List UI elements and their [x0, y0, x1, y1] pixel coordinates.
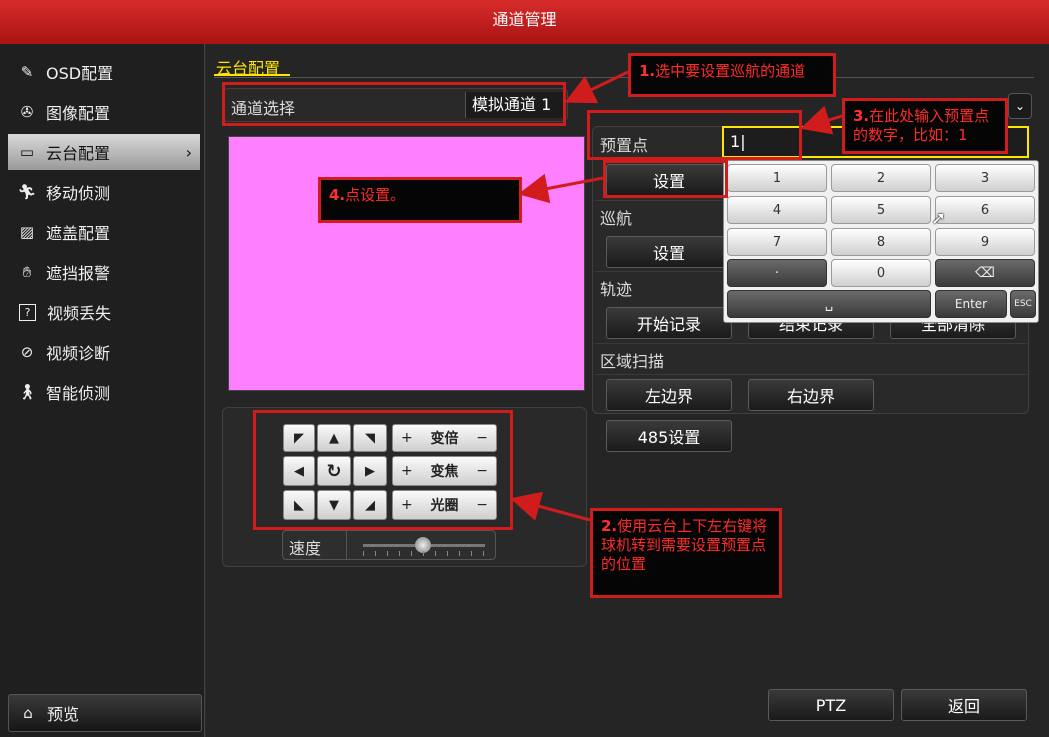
tab-underline — [214, 74, 290, 76]
patrol-label: 巡航 — [600, 205, 632, 229]
sidebar-item-tamper[interactable]: ✋︎ 遮挡报警 — [8, 254, 200, 290]
annotation-step-1: 1.选中要设置巡航的通道 — [628, 53, 836, 97]
sidebar-item-label: 遮挡报警 — [46, 260, 110, 284]
mouse-pointer-icon: ➚ — [931, 208, 946, 229]
track-start-button[interactable]: 开始记录 — [606, 307, 732, 339]
highlight-preset-input — [587, 110, 802, 160]
annotation-step-2: 2.使用云台上下左右键将球机转到需要设置预置点的位置 — [590, 508, 782, 598]
highlight-ptz-arrows — [253, 410, 513, 530]
running-person-icon: 🏃︎ — [16, 181, 38, 203]
sidebar-item-label: 图像配置 — [46, 100, 110, 124]
divider — [595, 343, 1027, 344]
sidebar-item-label: 云台配置 — [46, 140, 110, 164]
key-0[interactable]: 0 — [831, 259, 931, 287]
right-border-button[interactable]: 右边界 — [748, 379, 874, 411]
speed-label: 速度 — [289, 535, 321, 559]
sidebar-item-label: 移动侦测 — [46, 180, 110, 204]
sidebar-item-smart[interactable]: 🚶︎ 智能侦测 — [8, 374, 200, 410]
key-6[interactable]: 6 — [935, 196, 1035, 224]
right-border-label: 右边界 — [787, 383, 835, 407]
back-label: 返回 — [948, 693, 980, 717]
sidebar-item-label: 视频丢失 — [47, 300, 111, 324]
key-space[interactable]: ␣ — [727, 290, 931, 318]
back-button[interactable]: 返回 — [901, 689, 1027, 721]
smart-person-icon: 🚶︎ — [16, 381, 38, 403]
ptz-button[interactable]: PTZ — [768, 689, 894, 721]
sidebar-item-label: 视频诊断 — [46, 340, 110, 364]
backspace-icon[interactable]: ⌫ — [935, 259, 1035, 287]
aperture-icon: ✇ — [16, 101, 38, 123]
key-dot[interactable]: · — [727, 259, 827, 287]
pen-icon: ✎ — [16, 61, 38, 83]
key-9[interactable]: 9 — [935, 228, 1035, 256]
speed-divider — [346, 531, 347, 559]
annotation-step-number: 1. — [639, 62, 655, 80]
sidebar-item-label: OSD配置 — [46, 60, 113, 84]
sidebar-item-osd[interactable]: ✎ OSD配置 — [8, 54, 200, 90]
left-border-label: 左边界 — [645, 383, 693, 407]
video-preview — [228, 136, 585, 391]
annotation-step-3: 3.在此处输入预置点的数字，比如：1 — [842, 98, 1008, 154]
key-esc[interactable]: ESC — [1010, 290, 1036, 318]
key-7[interactable]: 7 — [727, 228, 827, 256]
annotation-text: 选中要设置巡航的通道 — [655, 62, 805, 80]
speed-slider-ticks — [363, 551, 485, 556]
preview-label: 预览 — [47, 701, 79, 725]
sidebar-item-ptz[interactable]: ▭ 云台配置 › — [8, 134, 200, 170]
sidebar: ✎ OSD配置 ✇ 图像配置 ▭ 云台配置 › 🏃︎ 移动侦测 ▨ 遮盖配置 ✋… — [0, 44, 205, 737]
sidebar-item-image[interactable]: ✇ 图像配置 — [8, 94, 200, 130]
key-8[interactable]: 8 — [831, 228, 931, 256]
sidebar-item-video-loss[interactable]: ? 视频丢失 — [8, 294, 200, 330]
chevron-down-icon[interactable]: ⌄ — [1008, 93, 1032, 119]
sidebar-item-mask[interactable]: ▨ 遮盖配置 — [8, 214, 200, 250]
annotation-text: 点设置。 — [345, 186, 405, 204]
patrol-set-label: 设置 — [653, 240, 685, 264]
annotation-text: 使用云台上下左右键将球机转到需要设置预置点的位置 — [601, 517, 767, 573]
key-4[interactable]: 4 — [727, 196, 827, 224]
hand-icon: ✋︎ — [16, 261, 38, 283]
annotation-step-number: 3. — [853, 107, 869, 125]
window-title-bar: 通道管理 — [0, 0, 1049, 44]
preview-button[interactable]: ⌂ 预览 — [8, 694, 202, 732]
highlight-channel-select — [222, 82, 566, 126]
tab-divider — [214, 77, 1034, 78]
key-1[interactable]: 1 — [727, 164, 827, 192]
key-5[interactable]: 5 — [831, 196, 931, 224]
area-scan-label: 区域扫描 — [600, 348, 664, 372]
rs485-label: 485设置 — [638, 424, 701, 448]
mask-icon: ▨ — [16, 221, 38, 243]
chevron-right-icon: › — [186, 143, 192, 162]
sidebar-item-diagnosis[interactable]: ⊘ 视频诊断 — [8, 334, 200, 370]
left-border-button[interactable]: 左边界 — [606, 379, 732, 411]
home-icon: ⌂ — [17, 702, 39, 724]
ptz-label: PTZ — [816, 696, 846, 715]
key-3[interactable]: 3 — [935, 164, 1035, 192]
highlight-preset-set — [603, 160, 728, 198]
sidebar-item-motion[interactable]: 🏃︎ 移动侦测 — [8, 174, 200, 210]
annotation-step-4: 4.点设置。 — [318, 177, 522, 223]
annotation-step-number: 2. — [601, 517, 617, 535]
track-start-label: 开始记录 — [637, 311, 701, 335]
question-box-icon: ? — [19, 304, 36, 321]
sidebar-item-label: 智能侦测 — [46, 380, 110, 404]
annotation-step-number: 4. — [329, 186, 345, 204]
annotation-text: 在此处输入预置点的数字，比如：1 — [853, 107, 989, 144]
rs485-settings-button[interactable]: 485设置 — [606, 420, 732, 452]
window-title: 通道管理 — [492, 10, 556, 29]
track-label: 轨迹 — [600, 276, 632, 300]
diagnosis-icon: ⊘ — [16, 341, 38, 363]
patrol-set-button[interactable]: 设置 — [606, 236, 732, 268]
sidebar-item-label: 遮盖配置 — [46, 220, 110, 244]
key-enter[interactable]: Enter — [935, 290, 1007, 318]
divider — [595, 374, 1027, 375]
key-2[interactable]: 2 — [831, 164, 931, 192]
ptz-camera-icon: ▭ — [16, 141, 38, 163]
